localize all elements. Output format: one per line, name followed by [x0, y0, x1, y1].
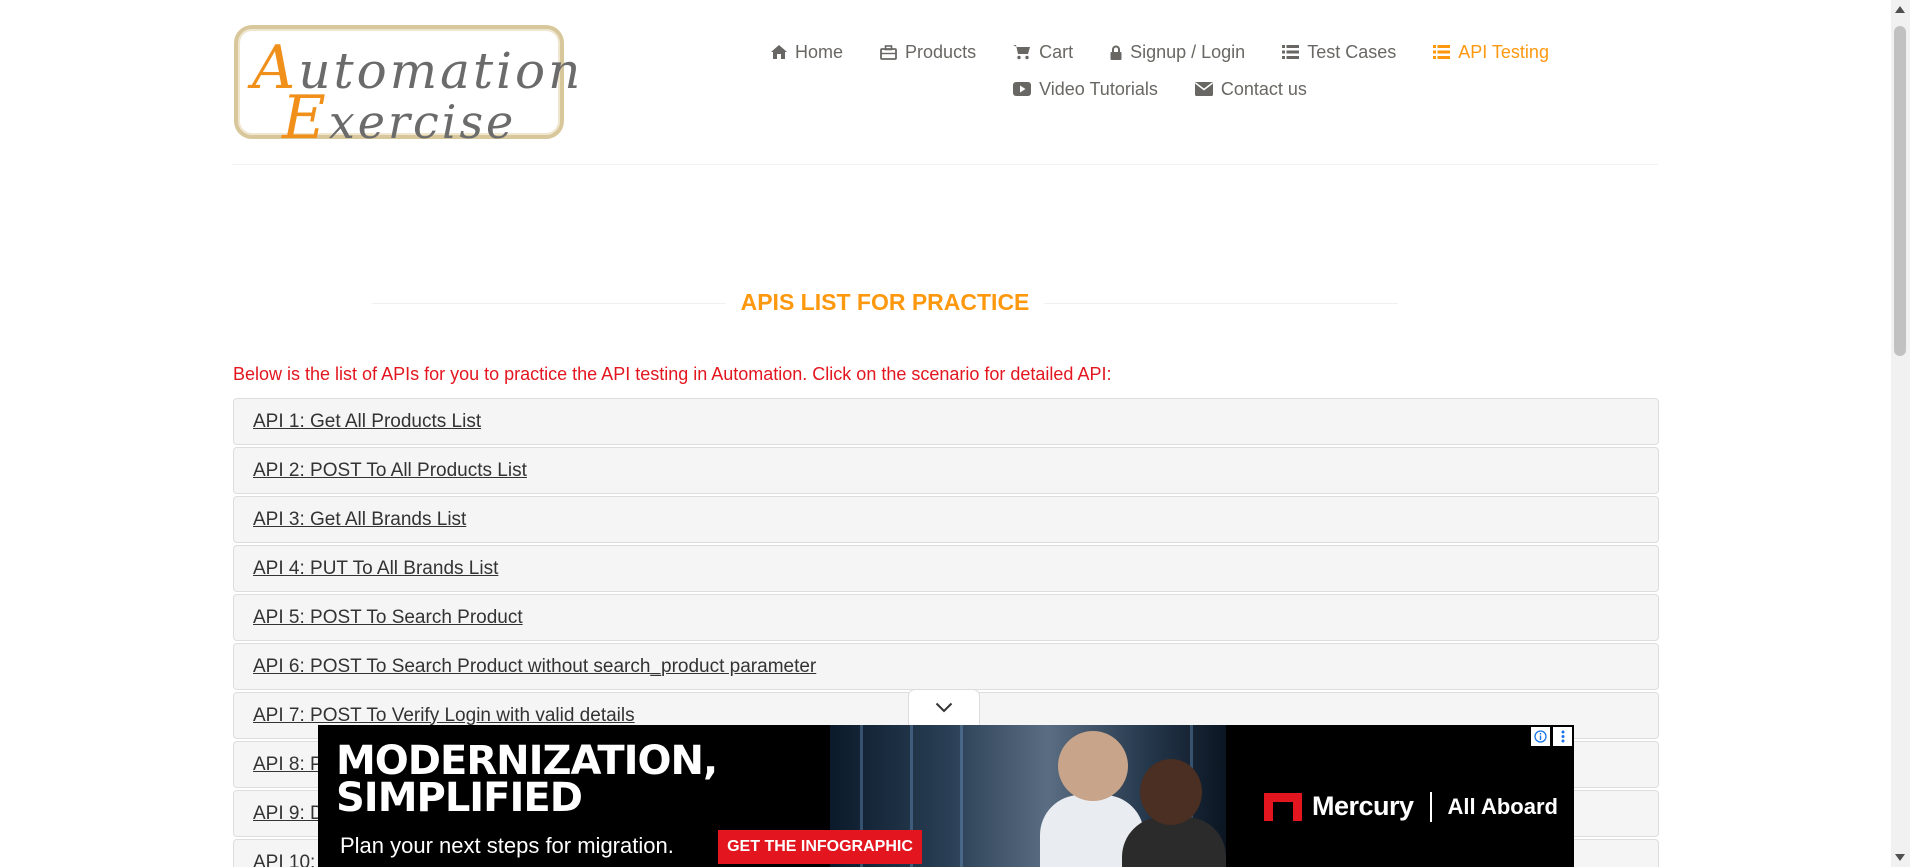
briefcase-icon: [880, 44, 897, 60]
ad-banner[interactable]: MODERNIZATION, SIMPLIFIED Plan your next…: [318, 725, 1574, 867]
list-item: API 3: Get All Brands List: [233, 496, 1659, 543]
api-link-1[interactable]: API 1: Get All Products List: [253, 411, 481, 433]
nav-row-1: Home Products Cart Signup / Login Test C…: [700, 36, 1620, 68]
list-item: API 5: POST To Search Product: [233, 594, 1659, 641]
api-link-9[interactable]: API 9: D: [253, 803, 324, 825]
ad-tagline: All Aboard: [1447, 793, 1558, 819]
ad-menu-icon[interactable]: [1553, 727, 1572, 746]
list-icon: [1282, 45, 1300, 59]
chevron-down-icon: [935, 702, 953, 713]
ad-collapse-button[interactable]: [908, 689, 980, 725]
api-link-7[interactable]: API 7: POST To Verify Login with valid d…: [253, 705, 635, 727]
nav-api-testing-label: API Testing: [1458, 41, 1549, 62]
list-item: API 4: PUT To All Brands List: [233, 545, 1659, 592]
title-wrap: APIs List for practice: [372, 288, 1398, 318]
nav-products[interactable]: Products: [880, 42, 976, 63]
ad-brand-name: Mercury: [1312, 791, 1414, 821]
nav-contact-us-label: Contact us: [1220, 78, 1307, 99]
nav-video-tutorials[interactable]: Video Tutorials: [1013, 79, 1158, 100]
nav-row-2: Video Tutorials Contact us: [700, 73, 1620, 105]
ad-brand-divider: [1429, 791, 1432, 822]
envelope-icon: [1194, 82, 1213, 96]
lock-icon: [1110, 45, 1122, 60]
nav-home[interactable]: Home: [771, 42, 843, 63]
person-head: [1058, 731, 1128, 801]
person-head: [1140, 759, 1202, 825]
header-divider: [232, 164, 1658, 165]
ad-cta-button[interactable]: GET THE INFOGRAPHIC: [718, 830, 922, 864]
nav-test-cases-label: Test Cases: [1307, 41, 1397, 62]
api-link-6[interactable]: API 6: POST To Search Product without se…: [253, 656, 816, 678]
list-item: API 2: POST To All Products List: [233, 447, 1659, 494]
api-link-2[interactable]: API 2: POST To All Products List: [253, 460, 527, 482]
nav-test-cases[interactable]: Test Cases: [1282, 42, 1396, 63]
nav-contact-us[interactable]: Contact us: [1194, 78, 1307, 100]
intro-text: Below is the list of APIs for you to pra…: [233, 364, 1112, 384]
vertical-scrollbar[interactable]: [1891, 0, 1910, 867]
home-icon: [771, 45, 788, 59]
nav-video-tutorials-label: Video Tutorials: [1039, 78, 1158, 99]
list-item: API 1: Get All Products List: [233, 398, 1659, 445]
cart-icon: [1013, 45, 1031, 60]
api-link-5[interactable]: API 5: POST To Search Product: [253, 607, 523, 629]
server-rack: [960, 725, 963, 867]
nav-api-testing[interactable]: API Testing: [1433, 42, 1549, 63]
nav-signup-login-label: Signup / Login: [1130, 41, 1246, 62]
main-nav: Home Products Cart Signup / Login Test C…: [700, 36, 1620, 105]
ad-controls: [1531, 727, 1572, 746]
ad-headline: MODERNIZATION, SIMPLIFIED: [336, 738, 718, 821]
ad-brand: Mercury All Aboard: [1264, 791, 1558, 822]
scroll-down-arrow-icon[interactable]: [1895, 854, 1905, 861]
api-link-8[interactable]: API 8: P: [253, 754, 323, 776]
api-link-10[interactable]: API 10:: [253, 852, 315, 867]
list-icon: [1433, 45, 1451, 59]
site-logo[interactable]: Automation Exercise: [234, 25, 580, 153]
logo-line-2: Exercise: [282, 83, 517, 153]
nav-home-label: Home: [795, 41, 844, 62]
api-link-3[interactable]: API 3: Get All Brands List: [253, 509, 466, 531]
list-item: API 6: POST To Search Product without se…: [233, 643, 1659, 690]
youtube-play-icon: [1013, 82, 1032, 96]
nav-signup-login[interactable]: Signup / Login: [1110, 42, 1245, 63]
mercury-logo-icon: [1264, 792, 1302, 821]
nav-cart-label: Cart: [1039, 41, 1074, 62]
scroll-thumb[interactable]: [1894, 26, 1906, 356]
scroll-up-arrow-icon[interactable]: [1895, 6, 1905, 13]
ad-info-icon[interactable]: [1531, 727, 1550, 746]
nav-cart[interactable]: Cart: [1013, 42, 1073, 63]
page-title: APIs List for practice: [725, 289, 1045, 316]
nav-products-label: Products: [905, 41, 977, 62]
api-link-4[interactable]: API 4: PUT To All Brands List: [253, 558, 498, 580]
ad-subtext: Plan your next steps for migration.: [340, 833, 674, 858]
